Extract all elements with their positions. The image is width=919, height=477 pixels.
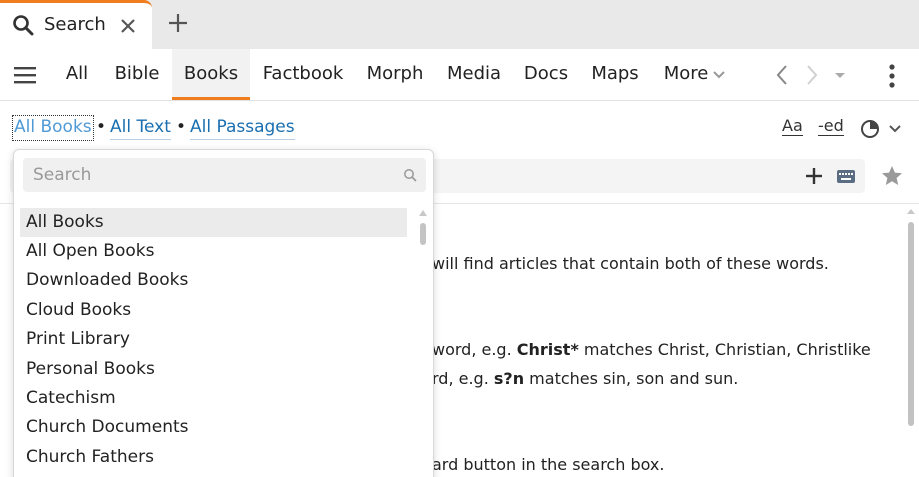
star-icon[interactable] [880,164,904,188]
dropdown-item-print-library[interactable]: Print Library [20,325,407,354]
help-text-line: rd, e.g. s?n matches sin, son and sun. [432,369,739,388]
dropdown-item-all-books[interactable]: All Books [20,208,407,237]
tab-books[interactable]: Books [172,49,250,100]
dropdown-item-personal-books[interactable]: Personal Books [20,355,407,384]
search-icon [404,169,417,182]
dropdown-item-cloud-books[interactable]: Cloud Books [20,296,407,325]
chevron-down-icon[interactable] [888,123,902,135]
dropdown-search-input[interactable] [23,158,393,192]
font-size-button[interactable]: Aa [782,116,803,136]
tab-maps[interactable]: Maps [588,49,642,100]
add-term-plus-icon[interactable] [804,166,824,186]
tab-factbook[interactable]: Factbook [258,49,348,100]
close-icon[interactable] [118,14,138,36]
scope-separator: • [96,117,107,137]
tab-morph[interactable]: Morph [362,49,428,100]
dropdown-item-all-open-books[interactable]: All Open Books [20,237,407,266]
dropdown-item-catechism[interactable]: Catechism [20,384,407,413]
scope-text-link[interactable]: All Text [110,117,171,140]
more-options-icon[interactable] [886,63,898,89]
history-dropdown-icon[interactable] [833,63,847,87]
tab-all[interactable]: All [58,49,96,100]
content-scrollbar[interactable] [908,222,914,426]
scope-separator: • [176,117,187,137]
tab-search[interactable]: Search [0,0,152,49]
dropdown-item-church-fathers[interactable]: Church Fathers [20,443,407,472]
dropdown-scrollbar[interactable] [420,223,426,245]
books-scope-dropdown: All Books All Open Books Downloaded Book… [13,149,434,477]
keyboard-icon[interactable] [836,169,856,184]
tab-bible[interactable]: Bible [110,49,164,100]
chevron-down-icon[interactable] [712,69,726,81]
tab-media[interactable]: Media [443,49,505,100]
tab-docs[interactable]: Docs [520,49,572,100]
dropdown-item-church-documents[interactable]: Church Documents [20,413,407,442]
search-panel: Search All Bible Books Factbook Morph Me… [0,0,919,477]
help-text-line: will find articles that contain both of … [432,254,829,273]
scope-passages-link[interactable]: All Passages [190,117,295,140]
timer-icon[interactable] [858,116,882,140]
back-arrow-icon[interactable] [774,63,790,87]
new-tab-plus-icon[interactable] [166,11,190,35]
search-icon [13,15,34,36]
hamburger-menu-icon[interactable] [14,65,36,85]
inflected-forms-button[interactable]: -ed [818,116,844,136]
tab-strip: Search [0,0,919,49]
resource-type-bar: All Bible Books Factbook Morph Media Doc… [0,49,919,101]
dropdown-item-downloaded-books[interactable]: Downloaded Books [20,266,407,295]
dropdown-search-box [23,158,426,192]
scroll-up-icon[interactable] [417,208,429,218]
tab-more[interactable]: More [660,49,712,100]
help-text-line: word, e.g. Christ* matches Christ, Chris… [432,340,871,359]
help-text-line: ard button in the search box. [432,455,665,474]
tab-title: Search [44,14,106,35]
scope-books-link[interactable]: All Books [12,115,94,141]
scroll-up-icon[interactable] [906,208,916,216]
forward-arrow-icon[interactable] [804,63,820,87]
